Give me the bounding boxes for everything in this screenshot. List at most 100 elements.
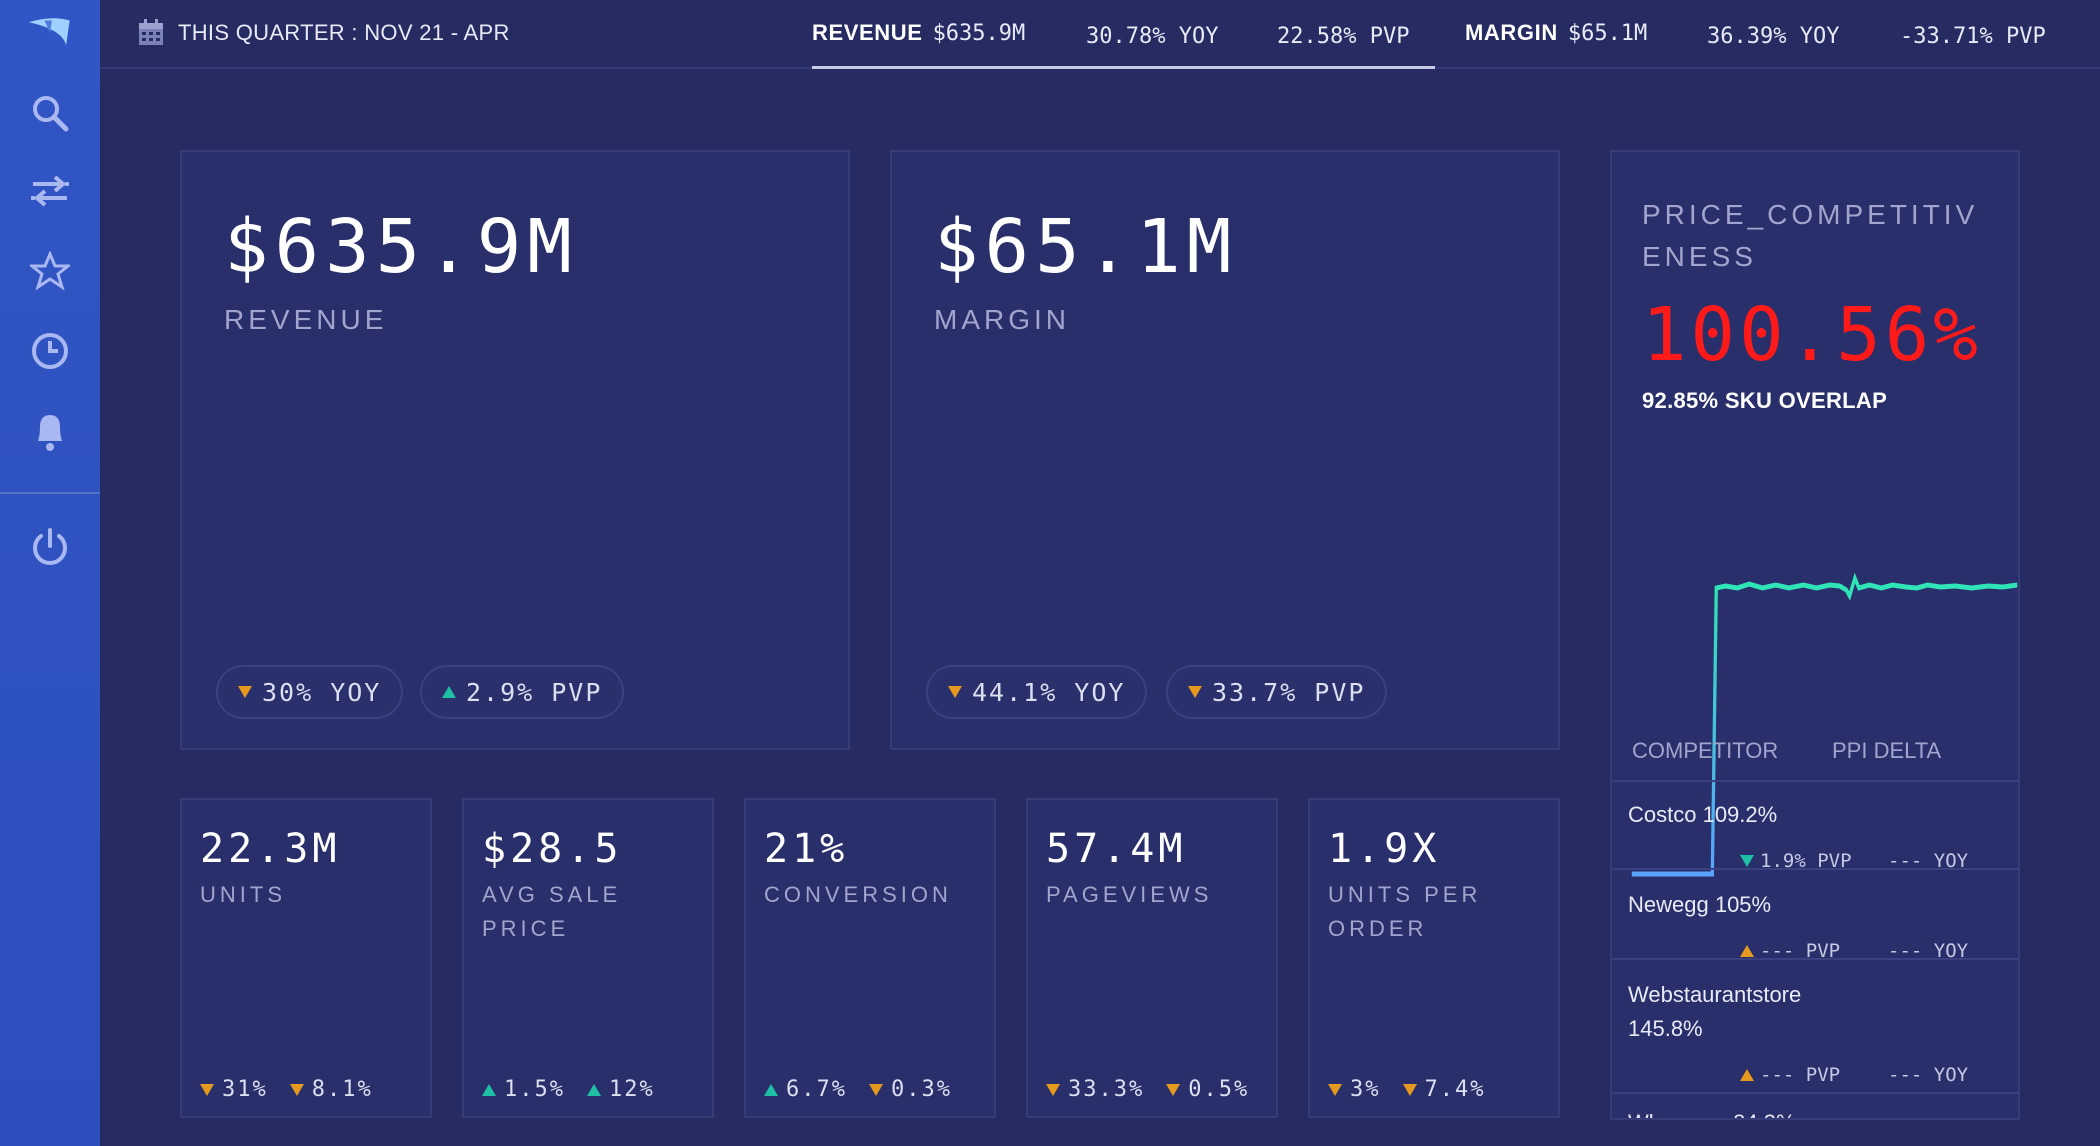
- pageviews-change-1: 33.3%: [1068, 1077, 1145, 1102]
- date-range-label: THIS QUARTER : NOV 21 - APR: [178, 20, 510, 45]
- units-value: 22.3M: [200, 826, 341, 872]
- up-arrow-icon: [1740, 1069, 1754, 1081]
- margin-value: $65.1M: [934, 204, 1238, 290]
- units-change-2: 8.1%: [311, 1077, 373, 1102]
- calendar-icon: [139, 19, 163, 45]
- active-tab-indicator: [812, 66, 1435, 69]
- down-arrow-icon: [948, 686, 962, 698]
- competitor-row-divider: [1612, 868, 2018, 870]
- units-per-order-change-1: 3%: [1350, 1077, 1381, 1102]
- down-arrow-icon: [1740, 855, 1754, 867]
- revenue-card[interactable]: $635.9M REVENUE 30% YOY 2.9% PVP: [180, 150, 850, 750]
- competitor-pvp: --- PVP: [1740, 1064, 1840, 1086]
- conversion-label: CONVERSION: [764, 882, 952, 907]
- revenue-yoy: 30% YOY: [262, 677, 382, 707]
- bell-icon[interactable]: [25, 406, 75, 456]
- revenue-yoy-stat: 30.78% YOY: [1086, 24, 1219, 49]
- margin-card[interactable]: $65.1M MARGIN 44.1% YOY 33.7% PVP: [890, 150, 1560, 750]
- competitor-yoy: --- YOY: [1888, 1064, 1969, 1086]
- tab-competitor[interactable]: COMPETITOR: [1632, 738, 1778, 764]
- competitor-pvp-value: --- PVP: [1760, 1064, 1841, 1086]
- down-arrow-icon: [1166, 1083, 1181, 1096]
- revenue-pvp: 2.9% PVP: [466, 677, 603, 707]
- power-icon[interactable]: [25, 522, 75, 572]
- conversion-card[interactable]: 21% CONVERSION 6.7% 0.3%: [744, 798, 996, 1118]
- conversion-change-1: 6.7%: [786, 1077, 847, 1102]
- units-label: UNITS: [200, 882, 286, 907]
- margin-label: MARGIN: [934, 304, 1070, 335]
- tab-ppi-delta[interactable]: PPI DELTA: [1832, 738, 1941, 764]
- pageviews-label: PAGEVIEWS: [1046, 882, 1213, 907]
- tab-revenue-name: REVENUE: [812, 20, 923, 45]
- clock-icon[interactable]: [25, 326, 75, 376]
- down-arrow-icon: [868, 1083, 883, 1096]
- swap-arrows-icon[interactable]: [25, 166, 75, 216]
- revenue-yoy-pill: 30% YOY: [216, 665, 404, 719]
- competitor-row-divider: [1612, 1092, 2018, 1094]
- sidebar-divider: [0, 492, 100, 494]
- down-arrow-icon: [289, 1083, 304, 1096]
- sidebar: [0, 0, 100, 1146]
- sku-overlap: 92.85% SKU OVERLAP: [1642, 388, 1888, 413]
- date-range-picker[interactable]: THIS QUARTER : NOV 21 - APR: [138, 18, 523, 48]
- pageviews-card[interactable]: 57.4M PAGEVIEWS 33.3% 0.5%: [1026, 798, 1278, 1118]
- conversion-change-2: 0.3%: [890, 1077, 952, 1102]
- logo-icon[interactable]: [25, 8, 75, 58]
- revenue-pvp-stat: 22.58% PVP: [1277, 24, 1410, 49]
- margin-pvp-stat: -33.71% PVP: [1900, 24, 2046, 49]
- units-card[interactable]: 22.3M UNITS 31% 8.1%: [180, 798, 432, 1118]
- price-competitiveness-value: 100.56%: [1642, 292, 1982, 378]
- up-arrow-icon: [586, 1083, 601, 1096]
- up-arrow-icon: [442, 686, 456, 698]
- competitor-row-divider: [1612, 958, 2018, 960]
- pageviews-value: 57.4M: [1046, 826, 1187, 872]
- down-arrow-icon: [1188, 686, 1202, 698]
- units-per-order-changes: 3% 7.4%: [1328, 1077, 1501, 1102]
- units-changes: 31% 8.1%: [200, 1077, 389, 1102]
- star-icon[interactable]: [25, 246, 75, 296]
- competitor-list-divider: [1612, 780, 2018, 782]
- margin-yoy-pill: 44.1% YOY: [926, 665, 1148, 719]
- avg-sale-price-value: $28.5: [482, 826, 623, 872]
- avg-sale-price-change-1: 1.5%: [504, 1077, 565, 1102]
- margin-yoy: 44.1% YOY: [972, 677, 1126, 707]
- tab-margin-name: MARGIN: [1465, 20, 1558, 45]
- avg-sale-price-label: AVG SALE PRICE: [482, 882, 622, 941]
- down-arrow-icon: [1046, 1083, 1060, 1096]
- down-arrow-icon: [238, 686, 252, 698]
- units-per-order-card[interactable]: 1.9X UNITS PER ORDER 3% 7.4%: [1308, 798, 1560, 1118]
- competitor-name: Newegg 105%: [1628, 892, 1772, 917]
- pageviews-changes: 33.3% 0.5%: [1046, 1077, 1265, 1102]
- units-per-order-label: UNITS PER ORDER: [1328, 882, 1482, 941]
- down-arrow-icon: [1402, 1083, 1417, 1096]
- margin-pvp: 33.7% PVP: [1212, 677, 1366, 707]
- up-arrow-icon: [482, 1083, 496, 1096]
- competitor-name: Webstaurantstore 145.8%: [1628, 982, 1802, 1041]
- units-per-order-value: 1.9X: [1328, 826, 1441, 872]
- search-icon[interactable]: [25, 88, 75, 138]
- competitor-name: Wbmason 84.3%: [1628, 1106, 1888, 1118]
- units-per-order-change-2: 7.4%: [1424, 1077, 1486, 1102]
- margin-pvp-pill: 33.7% PVP: [1166, 665, 1388, 719]
- tab-margin-value: $65.1M: [1567, 21, 1648, 46]
- avg-sale-price-change-2: 12%: [608, 1077, 655, 1102]
- pageviews-change-2: 0.5%: [1188, 1077, 1250, 1102]
- conversion-value: 21%: [764, 826, 849, 872]
- units-change-1: 31%: [222, 1077, 268, 1102]
- revenue-label: REVENUE: [224, 304, 388, 335]
- price-competitiveness-card[interactable]: PRICE_COMPETITIVENESS 100.56% 92.85% SKU…: [1610, 150, 2020, 1120]
- avg-sale-price-card[interactable]: $28.5 AVG SALE PRICE 1.5% 12%: [462, 798, 714, 1118]
- revenue-value: $635.9M: [224, 204, 578, 290]
- down-arrow-icon: [200, 1083, 214, 1096]
- margin-yoy-stat: 36.39% YOY: [1707, 24, 1840, 49]
- up-arrow-icon: [1740, 945, 1754, 957]
- competitor-name: Costco 109.2%: [1628, 802, 1778, 827]
- tab-margin[interactable]: MARGIN $65.1M: [1465, 20, 1647, 50]
- avg-sale-price-changes: 1.5% 12%: [482, 1077, 671, 1102]
- up-arrow-icon: [764, 1083, 778, 1096]
- top-bar: THIS QUARTER : NOV 21 - APR REVENUE $635…: [100, 0, 2100, 69]
- price-competitiveness-title: PRICE_COMPETITIVENESS: [1642, 199, 1979, 272]
- revenue-pvp-pill: 2.9% PVP: [420, 665, 625, 719]
- down-arrow-icon: [1328, 1083, 1342, 1096]
- tab-revenue[interactable]: REVENUE $635.9M: [812, 20, 1025, 50]
